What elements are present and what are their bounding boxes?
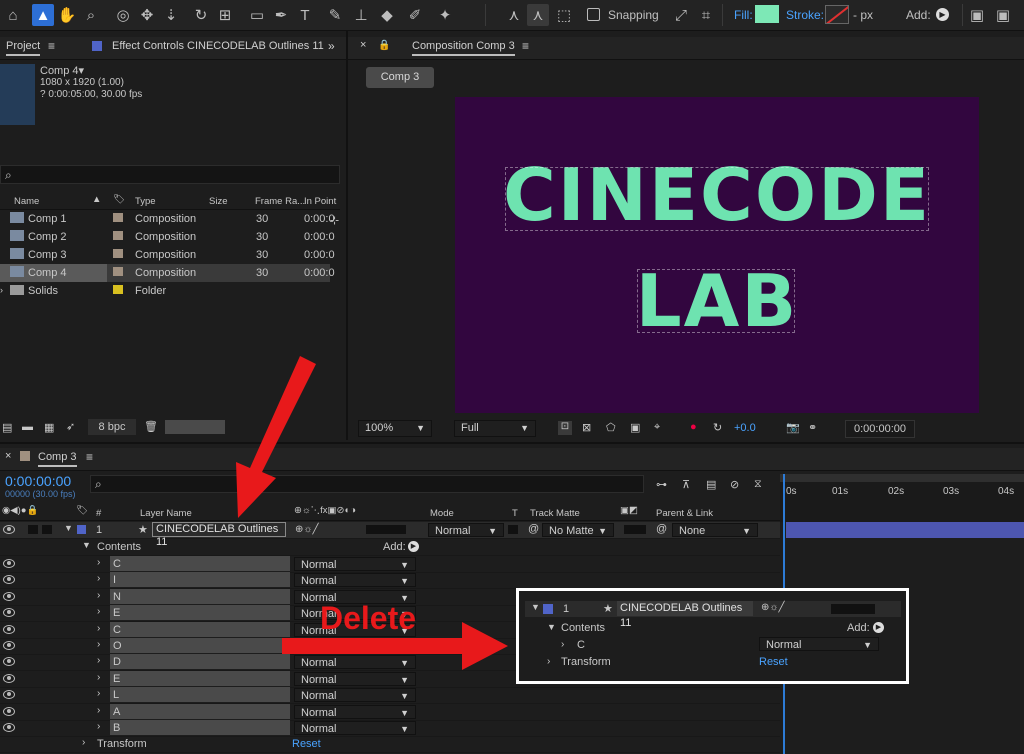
layer-label-swatch <box>543 604 553 614</box>
layer-switch-icons: ⊕☼╱ <box>761 602 785 613</box>
add-content-button: ▶ <box>873 622 884 633</box>
inset-layer-row: ▼ 1 ★ CINECODELAB Outlines 11 ⊕☼╱ <box>525 601 901 629</box>
layer-switch-boxes <box>831 604 875 614</box>
inset-callout: ▼ 1 ★ CINECODELAB Outlines 11 ⊕☼╱ ▼ Cont… <box>516 588 909 684</box>
delete-annotation-label: Delete <box>320 600 417 636</box>
shape-star-icon: ★ <box>603 603 613 615</box>
inset-mode-dropdown: Normal ▼ <box>759 637 879 651</box>
arrow-to-layer-name <box>236 356 316 518</box>
